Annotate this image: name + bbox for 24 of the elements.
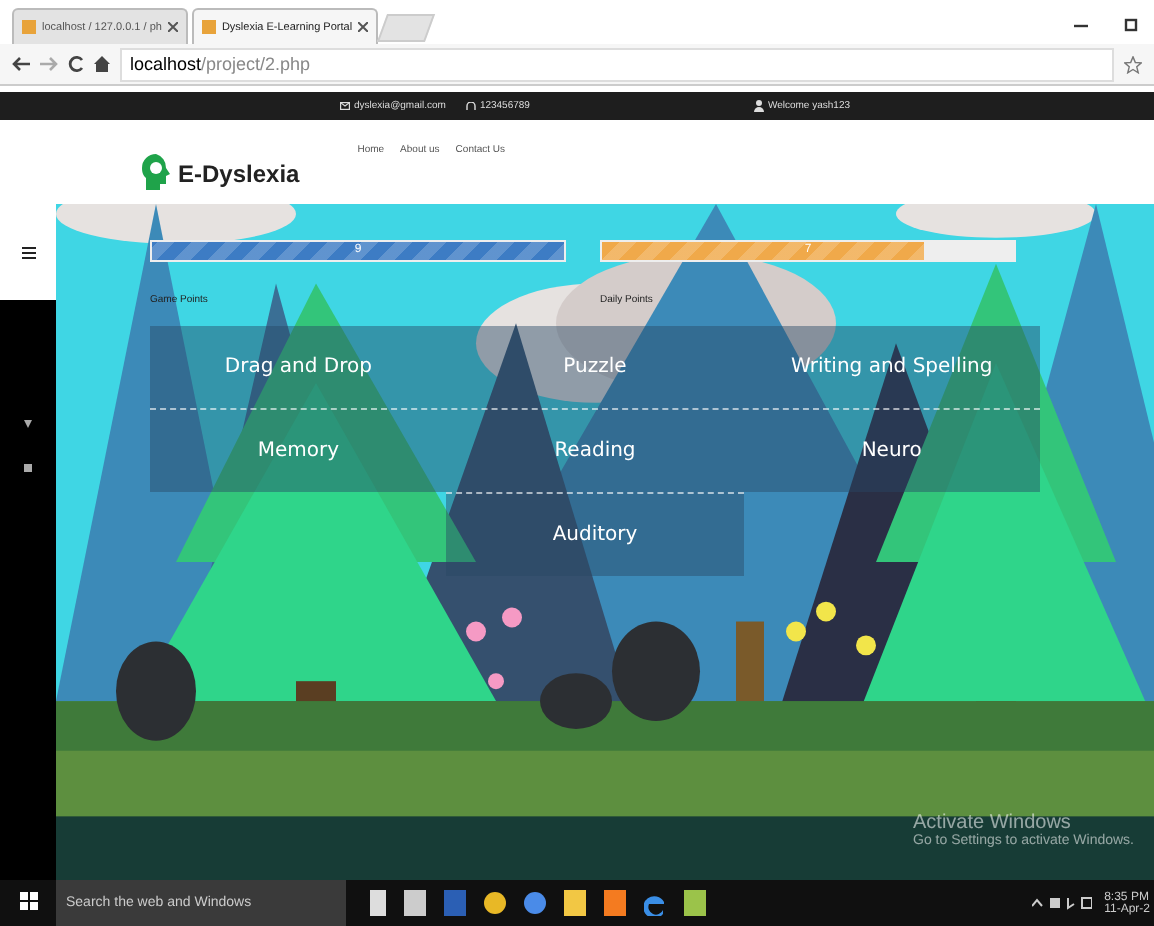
maximize-icon[interactable] [1124, 18, 1138, 32]
envelope-icon [340, 102, 350, 110]
activation-title: Activate Windows [913, 812, 1073, 834]
site-logo[interactable]: E-Dyslexia [178, 160, 300, 188]
favicon-icon [201, 20, 216, 34]
close-icon[interactable] [167, 22, 178, 32]
close-icon[interactable] [358, 22, 369, 32]
game-button[interactable]: Reading [446, 410, 744, 492]
user-icon [753, 100, 764, 112]
tray-icons[interactable] [1032, 896, 1093, 910]
home-icon[interactable] [94, 56, 110, 72]
sidebar-icon[interactable] [24, 420, 32, 428]
game-button[interactable]: Neuro [743, 410, 1040, 492]
windows-icon[interactable] [19, 891, 37, 909]
menu-icon[interactable] [21, 245, 35, 259]
favicon-icon [22, 20, 36, 34]
head-icon [140, 152, 172, 192]
headset-icon [465, 102, 476, 110]
game-button[interactable]: Auditory [446, 494, 744, 576]
address-field[interactable]: localhost/project/2.php [120, 47, 1114, 81]
back-icon[interactable] [12, 56, 30, 72]
game-button[interactable]: Drag and Drop [150, 326, 447, 408]
star-icon[interactable] [1124, 55, 1142, 73]
reload-icon[interactable] [68, 56, 84, 72]
